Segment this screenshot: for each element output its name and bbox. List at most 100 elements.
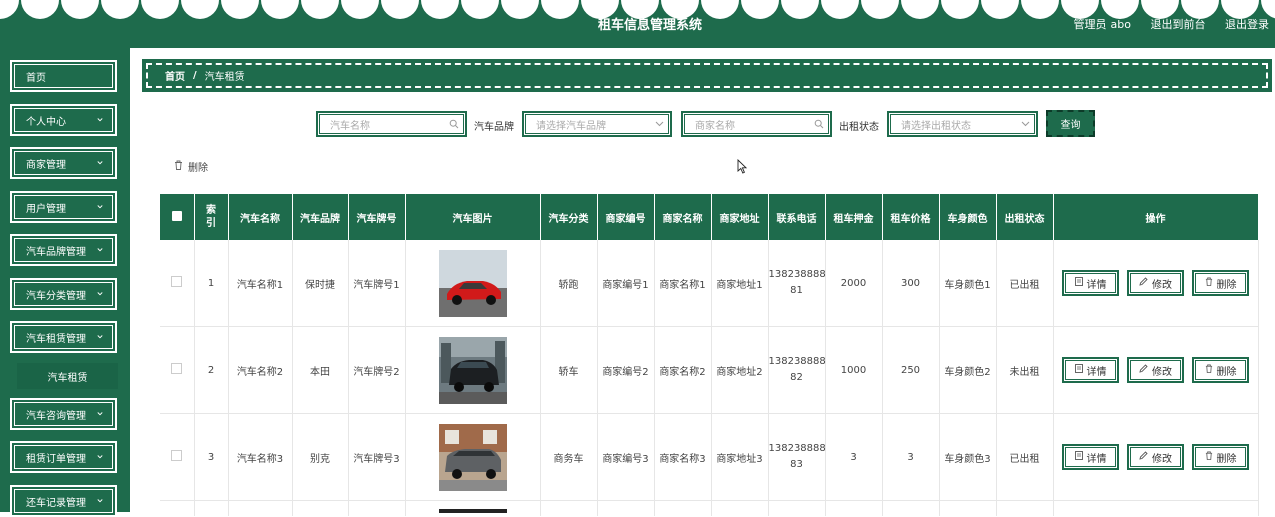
cell-index: 2: [194, 326, 229, 414]
cell-deposit: 2000: [825, 240, 883, 327]
cell-name: 汽车名称3: [228, 413, 293, 501]
breadcrumb-separator: /: [193, 70, 197, 81]
sidebar-item-label: 租赁订单管理: [26, 453, 86, 465]
row-checkbox[interactable]: [171, 276, 183, 287]
logout-link[interactable]: 退出登录: [1225, 18, 1269, 31]
detail-button[interactable]: 详情: [1062, 444, 1119, 470]
front-page-link[interactable]: 退出到前台: [1151, 18, 1206, 31]
table-row-partial: [160, 500, 1259, 516]
cell-empty: [996, 500, 1054, 516]
select-all-checkbox[interactable]: [171, 210, 182, 221]
edit-label: 修改: [1152, 453, 1172, 465]
detail-button[interactable]: 详情: [1062, 270, 1119, 296]
row-select-cell: [160, 413, 195, 501]
bulk-delete-button[interactable]: 删除: [174, 159, 208, 174]
edit-icon: [1139, 451, 1148, 463]
breadcrumb-home[interactable]: 首页: [165, 68, 185, 83]
car-photo-partial: [438, 509, 507, 513]
col-header-price: 租车价格: [882, 194, 940, 240]
trash-icon: [1205, 364, 1213, 376]
merchant-name-search-input[interactable]: 商家名称: [681, 111, 832, 137]
cell-empty: [825, 500, 883, 516]
status-select[interactable]: 请选择出租状态: [887, 111, 1038, 137]
trash-icon: [1205, 451, 1213, 463]
row-checkbox[interactable]: [171, 450, 183, 461]
col-header-actions: 操作: [1053, 194, 1259, 240]
sidebar-item-merchant[interactable]: 商家管理: [10, 147, 117, 179]
cell-plate: 汽车牌号1: [348, 240, 406, 327]
brand-select[interactable]: 请选择汽车品牌: [522, 111, 672, 137]
sidebar-item-return-records[interactable]: 还车记录管理: [10, 485, 117, 517]
edit-button[interactable]: 修改: [1127, 444, 1184, 470]
sidebar-item-label: 用户管理: [26, 203, 66, 215]
cell-empty: [597, 500, 655, 516]
sidebar: 首页 个人中心 商家管理 用户管理 汽车品牌管理 汽车分类管理 汽车租赁管理 汽…: [0, 48, 130, 517]
table-header-row: 索引 汽车名称 汽车品牌 汽车牌号 汽车图片 汽车分类 商家编号 商家名称 商家…: [160, 194, 1259, 240]
table-row: 2 汽车名称2 本田 汽车牌号2 轿车 商家编号2 商家名称2 商家地址2 13…: [160, 326, 1259, 414]
delete-label: 删除: [1216, 453, 1237, 465]
user-name: abo: [1110, 18, 1131, 31]
cell-empty: [1053, 500, 1259, 516]
query-button[interactable]: 查询: [1046, 110, 1095, 137]
cell-photo: [405, 326, 541, 414]
cell-merchant-addr: 商家地址1: [711, 240, 769, 327]
cell-brand: 别克: [292, 413, 349, 501]
delete-button[interactable]: 删除: [1192, 444, 1249, 470]
edit-button[interactable]: 修改: [1127, 357, 1184, 383]
trash-icon: [174, 160, 183, 173]
chevron-down-icon: [97, 247, 103, 253]
cell-empty: [711, 500, 769, 516]
select-all-header: [160, 194, 195, 240]
cell-merchant-name: 商家名称1: [654, 240, 712, 327]
merchant-name-placeholder: 商家名称: [695, 120, 735, 132]
chevron-down-icon: [654, 119, 664, 129]
sidebar-item-home[interactable]: 首页: [10, 60, 117, 92]
delete-button[interactable]: 删除: [1192, 270, 1249, 296]
cursor-icon: [737, 158, 748, 177]
edit-button[interactable]: 修改: [1127, 270, 1184, 296]
cell-phone: 138238888 83: [768, 413, 826, 501]
cell-name: 汽车名称1: [228, 240, 293, 327]
row-select-cell: [160, 240, 195, 327]
car-photo-black-suv: [438, 336, 507, 404]
edit-icon: [1139, 364, 1148, 376]
row-select-cell: [160, 500, 195, 516]
detail-label: 详情: [1086, 453, 1107, 465]
col-header-index: 索引: [194, 194, 229, 240]
bulk-delete-label: 删除: [188, 163, 208, 174]
chevron-down-icon: [97, 291, 103, 297]
cell-merchant-no: 商家编号2: [597, 326, 655, 414]
phone-part: 83: [790, 459, 803, 470]
cell-price: 250: [882, 326, 940, 414]
cell-deposit: 1000: [825, 326, 883, 414]
cell-empty: [768, 500, 826, 516]
cell-phone: 138238888 81: [768, 240, 826, 327]
cell-price: 3: [882, 413, 940, 501]
cell-category: 轿跑: [540, 240, 598, 327]
sidebar-item-car-rental[interactable]: 汽车租赁管理: [10, 321, 117, 353]
row-checkbox[interactable]: [171, 363, 183, 374]
sidebar-item-car-category[interactable]: 汽车分类管理: [10, 278, 117, 310]
sidebar-item-car-consult[interactable]: 汽车咨询管理: [10, 398, 117, 430]
sidebar-item-label: 汽车分类管理: [26, 290, 86, 302]
sidebar-item-users[interactable]: 用户管理: [10, 191, 117, 223]
chevron-down-icon: [97, 334, 103, 340]
sidebar-subitem-car-rental[interactable]: 汽车租赁: [17, 363, 118, 389]
sidebar-item-personal-center[interactable]: 个人中心: [10, 104, 117, 136]
cell-empty: [194, 500, 229, 516]
sidebar-item-car-brand[interactable]: 汽车品牌管理: [10, 234, 117, 266]
sidebar-item-label: 汽车品牌管理: [26, 246, 86, 258]
car-name-placeholder: 汽车名称: [330, 120, 370, 132]
cell-plate: 汽车牌号2: [348, 326, 406, 414]
delete-button[interactable]: 删除: [1192, 357, 1249, 383]
detail-button[interactable]: 详情: [1062, 357, 1119, 383]
document-icon: [1074, 277, 1083, 289]
sidebar-item-rental-orders[interactable]: 租赁订单管理: [10, 441, 117, 473]
car-name-search-input[interactable]: 汽车名称: [316, 111, 467, 137]
cell-deposit: 3: [825, 413, 883, 501]
col-header-phone: 联系电话: [768, 194, 826, 240]
chevron-down-icon: [97, 160, 103, 166]
cell-merchant-addr: 商家地址2: [711, 326, 769, 414]
sidebar-item-label: 首页: [26, 72, 46, 84]
cell-merchant-addr: 商家地址3: [711, 413, 769, 501]
